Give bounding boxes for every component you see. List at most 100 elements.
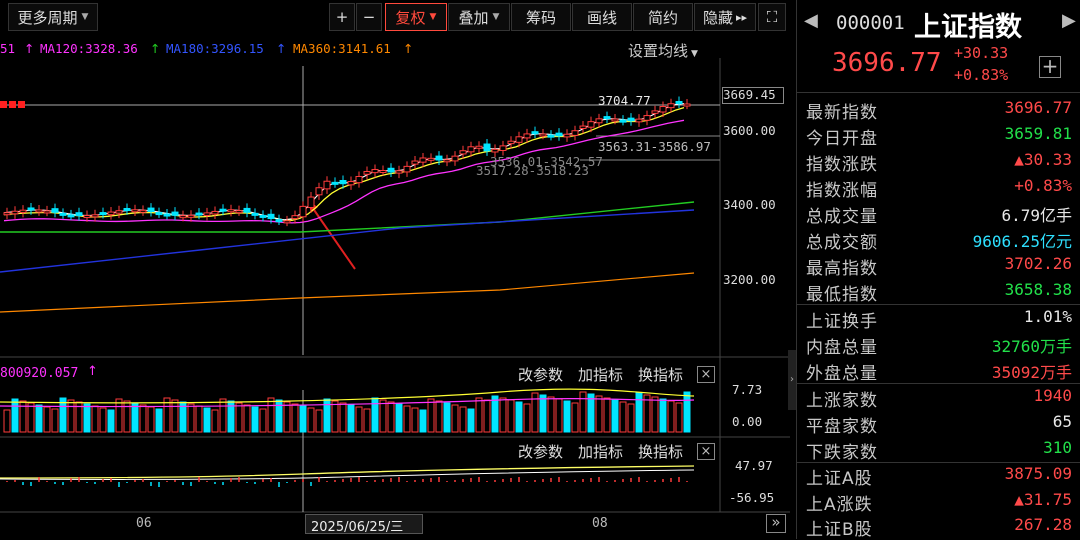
kline-chart[interactable] — [0, 58, 790, 539]
candle-body — [267, 213, 275, 220]
volume-bar — [171, 399, 179, 433]
stat-row: 指数涨幅 +0.83% — [796, 174, 1080, 201]
ind-max-label: 47.97 — [735, 458, 773, 473]
divider — [796, 92, 1080, 93]
vol-min-label: 0.00 — [732, 414, 763, 429]
overlay-button[interactable]: 叠加 ▼ — [448, 3, 510, 31]
candle-body — [467, 146, 475, 153]
chips-button[interactable]: 筹码 — [511, 3, 571, 31]
volume-bar — [339, 402, 347, 433]
add-watchlist-button[interactable]: + — [1039, 56, 1061, 78]
volume-bar — [683, 391, 691, 433]
candle-body — [395, 170, 403, 174]
candle-body — [411, 160, 419, 165]
fullscreen-icon[interactable]: ⛶ — [758, 3, 786, 31]
volume-bar — [235, 402, 243, 433]
stat-label: 平盘家数 — [806, 417, 878, 437]
volume-bar — [611, 399, 619, 433]
stat-row: 最低指数 3658.38 — [796, 278, 1080, 305]
stat-row: 今日开盘 3659.81 — [796, 122, 1080, 149]
candle-body — [387, 167, 395, 173]
candle-body — [131, 209, 139, 213]
price-marker — [0, 101, 7, 108]
volume-bar — [83, 403, 91, 433]
stat-value: 3875.09 — [1004, 464, 1072, 483]
stat-label: 下跌家数 — [806, 443, 878, 463]
stock-name: 上证指数 — [914, 12, 1022, 43]
volume-bar — [115, 398, 123, 433]
volume-bar — [419, 409, 427, 433]
simple-button[interactable]: 简约 — [633, 3, 693, 31]
volume-bar — [51, 408, 59, 433]
double-chevron-right-icon: ▸▸ — [735, 10, 748, 24]
scroll-right-icon[interactable]: » — [766, 514, 786, 533]
period-label: 更多周期 — [17, 8, 78, 27]
candle-body — [555, 132, 563, 137]
stat-row: 平盘家数 65 — [796, 410, 1080, 437]
volume-bar — [347, 404, 355, 433]
price-tick-1: 3600.00 — [723, 123, 776, 138]
volume-bar — [195, 405, 203, 433]
candle-body — [347, 181, 355, 186]
stat-value: 3696.77 — [1004, 98, 1072, 117]
current-price-label: 3669.45 — [723, 87, 776, 102]
stat-row: 上证B股 267.28 — [796, 513, 1080, 540]
price-marker — [18, 101, 25, 108]
stat-value: ▲31.75 — [1014, 490, 1072, 509]
hide-button[interactable]: 隐藏 ▸▸ — [694, 3, 756, 31]
zoom-out-button[interactable]: − — [356, 3, 382, 31]
annotation-arrow — [311, 206, 356, 270]
candle-body — [3, 212, 11, 216]
period-selector[interactable]: 更多周期 ▼ — [8, 3, 98, 31]
vol-add-indicator-button[interactable]: 加指标 — [578, 364, 623, 385]
volume-bar — [11, 398, 19, 433]
candle-body — [75, 212, 83, 217]
ind-switch-indicator-button[interactable]: 换指标 — [638, 441, 683, 462]
ma120-line — [0, 209, 695, 273]
stat-row: 总成交量 6.79亿手 — [796, 200, 1080, 227]
time-tick-right: 08 — [592, 516, 608, 531]
stat-label: 上证A股 — [806, 469, 873, 489]
ind-add-indicator-button[interactable]: 加指标 — [578, 441, 623, 462]
volume-bar — [555, 398, 563, 433]
candle-body — [491, 148, 499, 153]
candle-body — [459, 150, 467, 155]
next-stock-icon[interactable]: ▶ — [1062, 10, 1076, 31]
zoom-in-button[interactable]: + — [329, 3, 355, 31]
close-icon[interactable]: × — [697, 366, 715, 383]
candle-body — [107, 211, 115, 216]
collapse-handle-icon[interactable]: › — [788, 350, 796, 410]
stat-value: 310 — [1043, 438, 1072, 457]
volume-bar — [619, 401, 627, 433]
volume-bar — [627, 403, 635, 433]
prev-stock-icon[interactable]: ◀ — [804, 10, 818, 31]
stat-value: 3658.38 — [1004, 280, 1072, 299]
candle-body — [259, 214, 267, 218]
close-icon[interactable]: × — [697, 443, 715, 460]
draw-button[interactable]: 画线 — [572, 3, 632, 31]
fuquan-button[interactable]: 复权 ▼ — [385, 3, 447, 31]
vol-params-button[interactable]: 改参数 — [518, 364, 563, 385]
stat-value: 32760万手 — [991, 337, 1072, 356]
high-annotation: 3704.77 — [598, 93, 651, 108]
candle-body — [619, 119, 627, 123]
volume-bar — [411, 407, 419, 433]
vol-switch-indicator-button[interactable]: 换指标 — [638, 364, 683, 385]
volume-bar — [587, 393, 595, 433]
chevron-down-icon: ▼ — [492, 12, 500, 22]
candle-body — [219, 208, 227, 212]
candle-body — [123, 208, 131, 212]
stat-value: 35092万手 — [991, 363, 1072, 382]
stat-label: 指数涨跌 — [806, 155, 878, 175]
volume-bar — [307, 407, 315, 433]
candle-body — [67, 214, 75, 218]
candle-body — [11, 210, 19, 215]
price-tick-2: 3400.00 — [723, 197, 776, 212]
stat-row: 外盘总量 35092万手 — [796, 357, 1080, 384]
volume-bar — [3, 409, 11, 433]
candle-body — [403, 165, 411, 173]
candle-body — [427, 157, 435, 161]
ind-params-button[interactable]: 改参数 — [518, 441, 563, 462]
candle-body — [675, 101, 683, 105]
ma-prev-label: 51 — [0, 41, 16, 56]
